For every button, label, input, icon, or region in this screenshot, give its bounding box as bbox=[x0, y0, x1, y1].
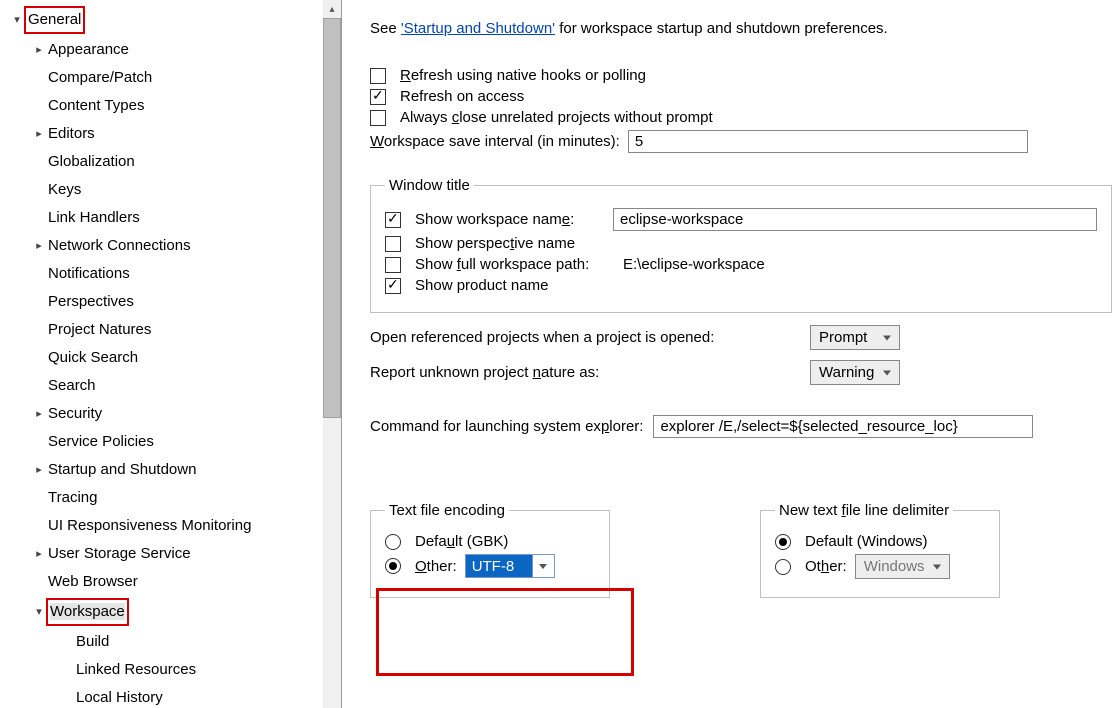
tree-item-tracing[interactable]: Tracing bbox=[0, 484, 323, 512]
save-interval-input[interactable] bbox=[628, 130, 1028, 153]
chevron-right-icon: ▸ bbox=[30, 122, 48, 146]
open-referenced-select[interactable]: Prompt bbox=[810, 325, 900, 350]
line-delimiter-group: New text file line delimiter Default (Wi… bbox=[760, 502, 1000, 598]
chevron-right-icon: ▸ bbox=[30, 402, 48, 426]
workspace-preferences-pane: See 'Startup and Shutdown' for workspace… bbox=[342, 0, 1119, 708]
window-title-group: Window title Show workspace name: Show p… bbox=[370, 177, 1112, 313]
startup-shutdown-link[interactable]: 'Startup and Shutdown' bbox=[401, 20, 555, 37]
tree-item-network-connections[interactable]: ▸ Network Connections bbox=[0, 232, 323, 260]
show-workspace-name-label: Show workspace name: bbox=[415, 211, 605, 228]
encoding-default-label: Default (GBK) bbox=[415, 533, 508, 550]
encoding-other-label: Other: bbox=[415, 558, 457, 575]
chevron-right-icon: ▸ bbox=[30, 458, 48, 482]
tree-item-appearance[interactable]: ▸ Appearance bbox=[0, 36, 323, 64]
show-workspace-name-checkbox[interactable] bbox=[385, 212, 401, 228]
refresh-on-access-checkbox[interactable] bbox=[370, 89, 386, 105]
refresh-on-access-label: Refresh on access bbox=[400, 88, 524, 105]
delimiter-other-select[interactable]: Windows bbox=[855, 554, 950, 579]
refresh-native-hooks-label: Refresh using native hooks or polling bbox=[400, 67, 646, 84]
tree-item-local-history[interactable]: Local History bbox=[0, 684, 323, 708]
line-delimiter-legend: New text file line delimiter bbox=[775, 502, 953, 519]
report-nature-select[interactable]: Warning bbox=[810, 360, 900, 385]
encoding-other-radio[interactable] bbox=[385, 558, 401, 574]
preferences-tree[interactable]: ▾ General ▸ Appearance Compare/Patch Con… bbox=[0, 0, 323, 708]
tree-item-perspectives[interactable]: Perspectives bbox=[0, 288, 323, 316]
show-product-name-label: Show product name bbox=[415, 277, 548, 294]
scroll-thumb[interactable] bbox=[323, 18, 341, 418]
full-path-value: E:\eclipse-workspace bbox=[623, 256, 765, 273]
chevron-right-icon: ▸ bbox=[30, 234, 48, 258]
workspace-name-input[interactable] bbox=[613, 208, 1097, 231]
window-title-legend: Window title bbox=[385, 177, 474, 194]
close-unrelated-projects-checkbox[interactable] bbox=[370, 110, 386, 126]
tree-item-linked-resources[interactable]: Linked Resources bbox=[0, 656, 323, 684]
open-referenced-label: Open referenced projects when a project … bbox=[370, 329, 800, 346]
tree-item-compare-patch[interactable]: Compare/Patch bbox=[0, 64, 323, 92]
show-full-path-checkbox[interactable] bbox=[385, 257, 401, 273]
delimiter-default-label: Default (Windows) bbox=[805, 533, 928, 550]
see-startup-shutdown-text: See 'Startup and Shutdown' for workspace… bbox=[370, 20, 1119, 37]
tree-item-user-storage-service[interactable]: ▸ User Storage Service bbox=[0, 540, 323, 568]
tree-item-workspace[interactable]: ▾ Workspace bbox=[0, 596, 323, 628]
tree-item-content-types[interactable]: Content Types bbox=[0, 92, 323, 120]
encoding-default-radio[interactable] bbox=[385, 534, 401, 550]
tree-item-startup-shutdown[interactable]: ▸ Startup and Shutdown bbox=[0, 456, 323, 484]
tree-item-editors[interactable]: ▸ Editors bbox=[0, 120, 323, 148]
tree-item-build[interactable]: Build bbox=[0, 628, 323, 656]
show-perspective-name-label: Show perspective name bbox=[415, 235, 575, 252]
tree-item-search[interactable]: Search bbox=[0, 372, 323, 400]
scroll-up-icon[interactable]: ▴ bbox=[323, 0, 341, 18]
delimiter-other-label: Other: bbox=[805, 558, 847, 575]
explorer-command-input[interactable] bbox=[653, 415, 1033, 438]
chevron-right-icon: ▸ bbox=[30, 38, 48, 62]
tree-item-notifications[interactable]: Notifications bbox=[0, 260, 323, 288]
close-unrelated-projects-label: Always close unrelated projects without … bbox=[400, 109, 713, 126]
text-file-encoding-group: Text file encoding Default (GBK) Other: … bbox=[370, 502, 610, 598]
preferences-tree-pane: ▾ General ▸ Appearance Compare/Patch Con… bbox=[0, 0, 342, 708]
delimiter-default-radio[interactable] bbox=[775, 534, 791, 550]
tree-item-general[interactable]: ▾ General bbox=[0, 4, 323, 36]
show-full-path-label: Show full workspace path: bbox=[415, 256, 615, 273]
tree-item-ui-responsiveness[interactable]: UI Responsiveness Monitoring bbox=[0, 512, 323, 540]
tree-item-keys[interactable]: Keys bbox=[0, 176, 323, 204]
explorer-command-label: Command for launching system explorer: bbox=[370, 418, 643, 435]
refresh-native-hooks-checkbox[interactable] bbox=[370, 68, 386, 84]
save-interval-label: Workspace save interval (in minutes): bbox=[370, 133, 620, 150]
tree-item-project-natures[interactable]: Project Natures bbox=[0, 316, 323, 344]
tree-item-link-handlers[interactable]: Link Handlers bbox=[0, 204, 323, 232]
tree-item-quick-search[interactable]: Quick Search bbox=[0, 344, 323, 372]
show-product-name-checkbox[interactable] bbox=[385, 278, 401, 294]
tree-item-web-browser[interactable]: Web Browser bbox=[0, 568, 323, 596]
text-file-encoding-legend: Text file encoding bbox=[385, 502, 509, 519]
tree-item-security[interactable]: ▸ Security bbox=[0, 400, 323, 428]
show-perspective-name-checkbox[interactable] bbox=[385, 236, 401, 252]
tree-scrollbar[interactable]: ▴ bbox=[323, 0, 341, 708]
tree-item-service-policies[interactable]: Service Policies bbox=[0, 428, 323, 456]
encoding-other-select[interactable]: UTF-8 bbox=[465, 554, 555, 578]
tree-item-globalization[interactable]: Globalization bbox=[0, 148, 323, 176]
delimiter-other-radio[interactable] bbox=[775, 559, 791, 575]
report-nature-label: Report unknown project nature as: bbox=[370, 364, 800, 381]
chevron-down-icon[interactable] bbox=[532, 555, 554, 577]
chevron-right-icon: ▸ bbox=[30, 542, 48, 566]
